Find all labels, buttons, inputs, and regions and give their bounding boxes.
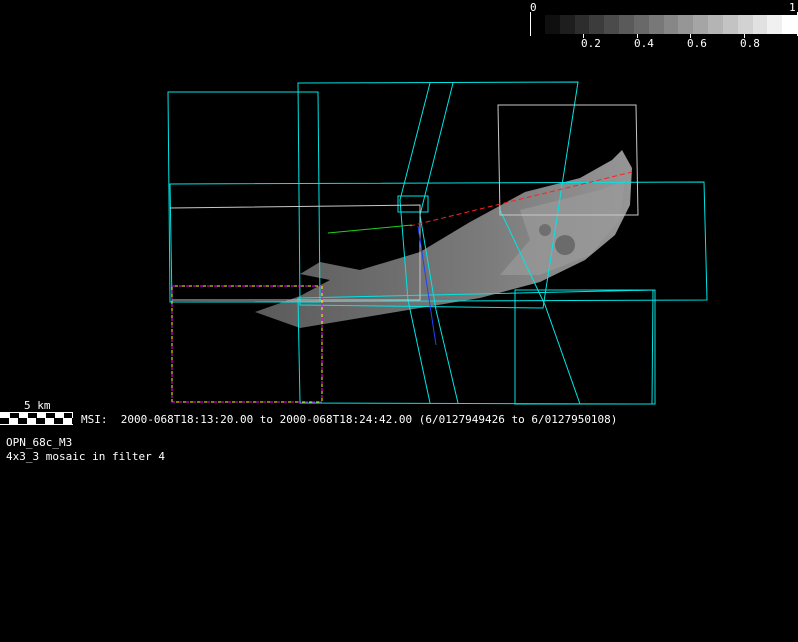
mosaic-view[interactable]	[0, 0, 798, 642]
colorbar-step	[574, 15, 590, 34]
colorbar-step	[678, 15, 694, 34]
colorbar-step	[663, 15, 679, 34]
footprint-5	[514, 289, 654, 405]
colorbar-step	[737, 15, 753, 34]
colorbar-step	[619, 15, 635, 34]
colorbar-tick-label: 0.6	[687, 37, 707, 50]
colorbar-step	[693, 15, 709, 34]
footprint-strip-left	[399, 82, 431, 404]
colorbar-step	[589, 15, 605, 34]
footprint-7	[397, 195, 429, 213]
axis-y-line	[327, 224, 413, 234]
colorbar-step	[545, 15, 560, 34]
colorbar-max-label: 1	[789, 1, 796, 14]
colorbar-step	[722, 15, 738, 34]
colorbar-step	[752, 15, 768, 34]
scale-bar-label: 5 km	[24, 399, 51, 412]
colorbar-step	[648, 15, 664, 34]
colorbar-tick-label: 0.8	[740, 37, 760, 50]
colorbar-tick-label: 0.2	[581, 37, 601, 50]
colorbar-step	[604, 15, 620, 34]
colorbar-step	[633, 15, 649, 34]
colorbar-tick-label: 0.4	[634, 37, 654, 50]
colorbar-step	[767, 15, 783, 34]
footprint-1	[167, 91, 321, 303]
mosaic-description: 4x3_3 mosaic in filter 4	[6, 450, 165, 463]
colorbar-step	[782, 15, 798, 34]
time-range-text: MSI: 2000-068T18:13:20.00 to 2000-068T18…	[81, 413, 618, 426]
colorbar-step	[559, 15, 575, 34]
colorbar-step	[708, 15, 724, 34]
observation-id: OPN_68c_M3	[6, 436, 73, 449]
